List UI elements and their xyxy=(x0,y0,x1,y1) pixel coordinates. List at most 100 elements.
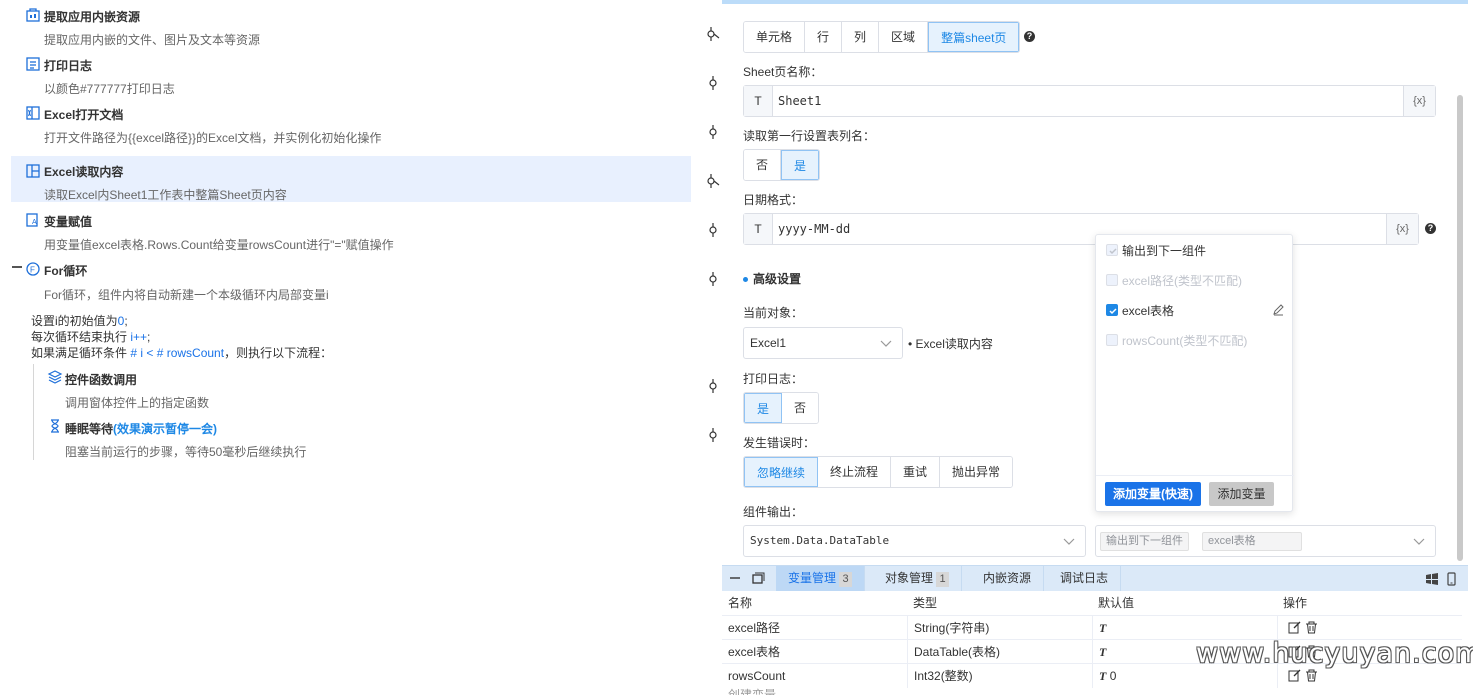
on-error-ignore[interactable]: 忽略继续 xyxy=(744,457,819,487)
sheet-name-field[interactable]: T Sheet1 {x} xyxy=(743,85,1436,117)
flow-step-title: 控件函数调用 xyxy=(65,373,138,387)
add-variable-button[interactable]: 添加变量 xyxy=(1209,482,1274,506)
on-error-label: 发生错误时： xyxy=(743,436,816,450)
sheet-name-value[interactable]: Sheet1 xyxy=(778,86,821,116)
on-error-throw[interactable]: 抛出异常 xyxy=(940,457,1013,487)
delete-icon[interactable] xyxy=(1305,621,1318,634)
connector-node-icon[interactable] xyxy=(706,125,720,139)
var-type: Int32(整数) xyxy=(907,664,973,688)
bottom-tabbar: 变量管理 3 对象管理 1 内嵌资源 调试日志 xyxy=(722,565,1468,591)
scope-tab-range[interactable]: 区域 xyxy=(879,22,929,52)
variable-insert-button[interactable]: {x} xyxy=(1403,86,1435,116)
windows-icon[interactable] xyxy=(1425,572,1439,586)
mobile-icon[interactable] xyxy=(1444,572,1458,586)
scope-tab-column[interactable]: 列 xyxy=(842,22,880,52)
flow-step-print-log[interactable]: 打印日志 以颜色#777777打印日志 xyxy=(11,49,691,96)
edit-icon[interactable] xyxy=(1272,303,1285,316)
table-row[interactable]: excel路径 String(字符串) T xyxy=(722,615,1462,640)
variable-assign-icon: A xyxy=(26,213,38,227)
checkbox xyxy=(1106,274,1118,286)
advanced-settings-heading[interactable]: 高级设置 xyxy=(743,270,801,287)
flow-step-title: Excel打开文档 xyxy=(44,108,124,122)
tab-objects[interactable]: 对象管理 1 xyxy=(873,566,963,591)
svg-text:F: F xyxy=(30,266,35,275)
loop-body-guide xyxy=(33,364,34,460)
var-default[interactable]: T xyxy=(1092,616,1277,640)
restore-icon[interactable] xyxy=(752,572,765,584)
flow-step-title: For循环 xyxy=(44,264,88,278)
date-format-field[interactable]: T yyyy-MM-dd {x} xyxy=(743,213,1419,245)
flow-step-excel-open[interactable]: Excel打开文档 打开文件路径为{{excel路径}}的Excel文档，并实例… xyxy=(11,98,691,145)
help-icon[interactable]: ? xyxy=(1425,223,1436,234)
tab-embedded-resources[interactable]: 内嵌资源 xyxy=(971,566,1045,591)
panel-top-accent xyxy=(722,0,1468,4)
current-object-select[interactable]: Excel1 xyxy=(743,327,903,359)
flow-step-desc: 读取Excel内Sheet1工作表中整篇Sheet页内容 xyxy=(44,188,287,202)
scope-tab-cell[interactable]: 单元格 xyxy=(744,22,806,52)
edit-icon[interactable] xyxy=(1288,621,1301,634)
print-log-no[interactable]: 否 xyxy=(782,393,819,423)
connector-branch-icon[interactable] xyxy=(706,27,720,41)
scope-tab-sheet[interactable]: 整篇sheet页 xyxy=(928,22,1020,52)
print-log-label: 打印日志： xyxy=(743,372,804,386)
for-loop-icon: F xyxy=(26,262,40,276)
flow-step-desc: 以颜色#777777打印日志 xyxy=(44,82,175,96)
print-log-toggle: 是 否 xyxy=(743,392,820,424)
print-log-yes[interactable]: 是 xyxy=(744,393,783,423)
create-variable-link[interactable]: 创建变量 xyxy=(728,686,776,695)
date-format-value[interactable]: yyyy-MM-dd xyxy=(778,214,850,244)
output-type-select[interactable]: System.Data.DataTable xyxy=(743,525,1086,557)
connector-node-icon[interactable] xyxy=(706,272,720,286)
header-row-toggle: 否 是 xyxy=(743,149,821,181)
output-tag[interactable]: excel表格 xyxy=(1202,532,1302,551)
variable-insert-button[interactable]: {x} xyxy=(1386,214,1418,244)
panel-scrollbar[interactable] xyxy=(1457,95,1463,561)
connector-node-icon[interactable] xyxy=(706,379,720,393)
tab-variables[interactable]: 变量管理 3 xyxy=(776,566,866,591)
excel-open-icon xyxy=(26,106,40,120)
column-header: 名称 xyxy=(728,596,753,610)
delete-icon[interactable] xyxy=(1305,669,1318,682)
checkbox[interactable] xyxy=(1106,244,1118,256)
flow-substep-sleep[interactable]: 睡眠等待(效果演示暂停一会) 阻塞当前运行的步骤，等待50毫秒后继续执行 xyxy=(35,414,675,460)
output-target-dropdown: 输出到下一组件 excel路径(类型不匹配) excel表格 rowsCount… xyxy=(1095,234,1294,512)
table-header: 名称 类型 默认值 操作 xyxy=(722,591,1462,615)
on-error-retry[interactable]: 重试 xyxy=(891,457,941,487)
column-header: 操作 xyxy=(1283,596,1308,610)
scope-tab-row[interactable]: 行 xyxy=(805,22,843,52)
var-name: rowsCount xyxy=(728,669,786,683)
tab-debug-log[interactable]: 调试日志 xyxy=(1048,566,1122,591)
connector-node-icon[interactable] xyxy=(706,76,720,90)
flow-step-title: 打印日志 xyxy=(44,59,93,73)
hourglass-icon xyxy=(51,419,59,433)
header-row-yes[interactable]: 是 xyxy=(781,150,820,180)
flow-substep-control-call[interactable]: 控件函数调用 调用窗体控件上的指定函数 xyxy=(35,365,675,411)
loop-condition-line: 如果满足循环条件 # i < # rowsCount，则执行以下流程： xyxy=(31,346,333,360)
connector-node-icon[interactable] xyxy=(706,428,720,442)
edit-icon[interactable] xyxy=(1288,669,1301,682)
print-log-icon xyxy=(26,57,40,71)
loop-init-line: 设置i的初始值为0; xyxy=(31,314,128,328)
add-variable-quick-button[interactable]: 添加变量(快速) xyxy=(1105,482,1201,506)
text-type-icon: T xyxy=(744,86,773,116)
on-error-stop[interactable]: 终止流程 xyxy=(818,457,892,487)
flow-step-excel-read[interactable]: Excel读取内容 读取Excel内Sheet1工作表中整篇Sheet页内容 xyxy=(11,156,691,202)
sheet-name-label: Sheet页名称： xyxy=(743,65,823,79)
svg-text:A: A xyxy=(32,219,37,226)
output-tag[interactable]: 输出到下一组件 xyxy=(1100,532,1189,551)
flow-step-for-loop[interactable]: F For循环 For循环，组件内将自动新建一个本级循环内局部变量i xyxy=(11,254,691,302)
var-type: DataTable(表格) xyxy=(907,640,1000,664)
flow-step-variable-assign[interactable]: A 变量赋值 用变量值excel表格.Rows.Count给变量rowsCoun… xyxy=(11,205,691,252)
flow-step-title: Excel读取内容 xyxy=(44,165,124,179)
connector-node-icon[interactable] xyxy=(706,223,720,237)
current-object-label: 当前对象： xyxy=(743,306,804,320)
help-icon[interactable]: ? xyxy=(1024,31,1035,42)
minimize-icon[interactable] xyxy=(729,572,741,584)
column-header: 类型 xyxy=(913,596,938,610)
flow-step-extract-resource[interactable]: 提取应用内嵌资源 提取应用内嵌的文件、图片及文本等资源 xyxy=(11,0,691,47)
layers-icon xyxy=(47,370,63,384)
header-row-no[interactable]: 否 xyxy=(744,150,782,180)
connector-branch-icon[interactable] xyxy=(706,174,720,188)
excel-read-icon xyxy=(26,164,40,178)
checkbox[interactable] xyxy=(1106,304,1118,316)
